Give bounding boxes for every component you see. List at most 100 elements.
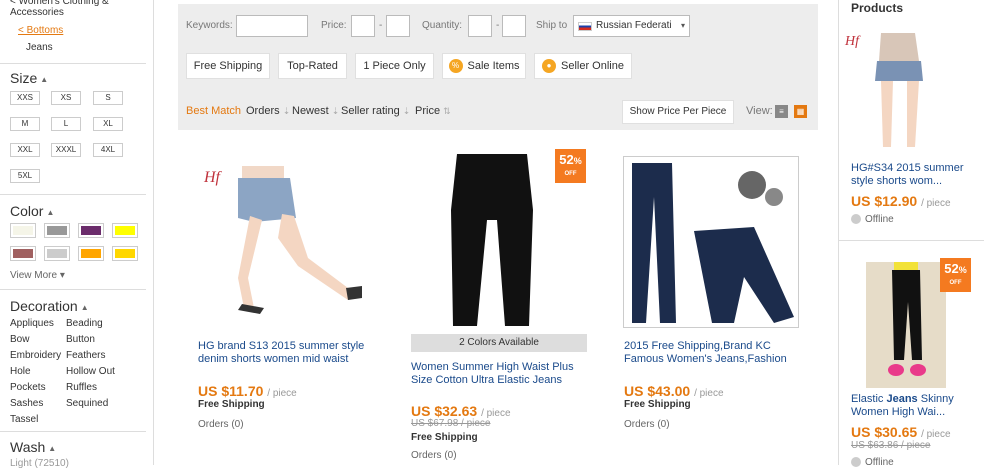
- list-view-icon[interactable]: ≡: [775, 105, 788, 118]
- show-price-per-piece-button[interactable]: Show Price Per Piece: [622, 100, 734, 124]
- online-icon: ●: [542, 59, 556, 74]
- product-image-3[interactable]: [623, 156, 799, 328]
- price-dash: -: [379, 20, 383, 31]
- side-product-title-2[interactable]: Elastic Jeans Skinny Women High Wai...: [851, 393, 981, 419]
- color-swatch-yellow[interactable]: [112, 223, 138, 238]
- size-m[interactable]: M: [10, 117, 40, 131]
- color-swatch-gray[interactable]: [44, 223, 70, 238]
- size-xs[interactable]: XS: [51, 91, 81, 105]
- offline-icon: [851, 214, 861, 225]
- decoration-pockets[interactable]: Pockets: [10, 382, 46, 393]
- decoration-bow[interactable]: Bow: [10, 334, 29, 345]
- quantity-label: Quantity:: [422, 20, 463, 31]
- breadcrumb-bottoms[interactable]: < Bottoms: [18, 25, 63, 36]
- color-swatch-silver[interactable]: [44, 246, 70, 261]
- divider: [0, 431, 146, 432]
- sort-best-match[interactable]: Best Match: [186, 105, 241, 117]
- recommended-products-column: Products Hf HG#S34 2015 summer style sho…: [838, 0, 984, 468]
- size-s[interactable]: S: [93, 91, 123, 105]
- decoration-feathers[interactable]: Feathers: [66, 350, 105, 361]
- divider: [0, 194, 146, 195]
- product-price-1: US $11.70 / piece: [198, 383, 297, 399]
- side-product-image-2[interactable]: [866, 262, 946, 388]
- decoration-embroidery[interactable]: Embroidery: [10, 350, 61, 361]
- decoration-appliques[interactable]: Appliques: [10, 318, 54, 329]
- size-l[interactable]: L: [51, 117, 81, 131]
- size-xxl[interactable]: XXL: [10, 143, 40, 157]
- ship-to-label: Ship to: [536, 20, 568, 31]
- chevron-down-icon: ▾: [680, 21, 685, 30]
- decoration-hole[interactable]: Hole: [10, 366, 31, 377]
- decoration-ruffles[interactable]: Ruffles: [66, 382, 97, 393]
- decoration-sequined[interactable]: Sequined: [66, 398, 108, 409]
- size-section-title[interactable]: Size ▲: [10, 70, 48, 86]
- quantity-min-input[interactable]: [468, 15, 492, 37]
- decoration-beading[interactable]: Beading: [66, 318, 103, 329]
- product-title-1[interactable]: HG brand S13 2015 summer style denim sho…: [198, 340, 373, 366]
- color-swatch-gold[interactable]: [112, 246, 138, 261]
- divider: [0, 63, 146, 64]
- product-image-1[interactable]: Hf: [198, 158, 370, 326]
- decoration-hollow-out[interactable]: Hollow Out: [66, 366, 115, 377]
- wash-light-option[interactable]: Light (72510): [10, 458, 69, 469]
- product-shipping-3: Free Shipping: [624, 399, 691, 410]
- grid-view-icon[interactable]: ▦: [794, 105, 807, 118]
- sort-price[interactable]: Price ⇅: [415, 105, 451, 117]
- decoration-button[interactable]: Button: [66, 334, 95, 345]
- product-orders-1[interactable]: Orders (0): [198, 419, 244, 430]
- sidebar: < Women's Clothing & Accessories < Botto…: [0, 0, 154, 469]
- sale-items-filter-button[interactable]: % Sale Items: [442, 53, 526, 79]
- decoration-section-title[interactable]: Decoration ▲: [10, 298, 89, 314]
- product-shipping-1: Free Shipping: [198, 399, 265, 410]
- colors-available-label[interactable]: 2 Colors Available: [411, 334, 587, 352]
- sort-seller-rating[interactable]: Seller rating ⇣: [341, 105, 410, 117]
- color-swatch-cream[interactable]: [10, 223, 36, 238]
- free-shipping-filter-button[interactable]: Free Shipping: [186, 53, 270, 79]
- ship-to-select[interactable]: Russian Federati ▾: [573, 15, 690, 37]
- price-min-input[interactable]: [351, 15, 375, 37]
- wash-section-title[interactable]: Wash ▲: [10, 439, 56, 455]
- quantity-dash: -: [496, 20, 500, 31]
- sort-newest[interactable]: Newest ⇣: [292, 105, 339, 117]
- filter-bar: Keywords: Price: - Quantity: - Ship to R…: [178, 4, 818, 130]
- side-product-price-2: US $30.65 / piece: [851, 424, 951, 440]
- product-price-2: US $32.63 / piece: [411, 403, 511, 419]
- side-product-image-1[interactable]: Hf: [843, 29, 970, 152]
- product-title-3[interactable]: 2015 Free Shipping,Brand KC Famous Women…: [624, 340, 799, 366]
- side-product-price-1: US $12.90 / piece: [851, 193, 951, 209]
- seller-online-filter-button[interactable]: ● Seller Online: [534, 53, 632, 79]
- top-rated-filter-button[interactable]: Top-Rated: [278, 53, 347, 79]
- decoration-tassel[interactable]: Tassel: [10, 414, 38, 425]
- product-shipping-2: Free Shipping: [411, 432, 478, 443]
- view-more-colors-link[interactable]: View More ▾: [10, 270, 65, 281]
- breadcrumb-womens-clothing[interactable]: < Women's Clothing & Accessories: [10, 0, 150, 18]
- one-piece-filter-button[interactable]: 1 Piece Only: [355, 53, 434, 79]
- size-xxxl[interactable]: XXXL: [51, 143, 81, 157]
- side-product-old-price-2: US $63.86 / piece: [851, 440, 931, 451]
- svg-text:Hf: Hf: [844, 34, 861, 49]
- color-section-title[interactable]: Color ▲: [10, 203, 54, 219]
- price-max-input[interactable]: [386, 15, 410, 37]
- product-orders-3[interactable]: Orders (0): [624, 419, 670, 430]
- size-xl[interactable]: XL: [93, 117, 123, 131]
- quantity-max-input[interactable]: [502, 15, 526, 37]
- size-4xl[interactable]: 4XL: [93, 143, 123, 157]
- keywords-input[interactable]: [236, 15, 308, 37]
- product-title-2[interactable]: Women Summer High Waist Plus Size Cotton…: [411, 361, 586, 387]
- decoration-sashes[interactable]: Sashes: [10, 398, 43, 409]
- price-label: Price:: [321, 20, 347, 31]
- side-product-title-1[interactable]: HG#S34 2015 summer style shorts wom...: [851, 162, 981, 188]
- product-orders-2[interactable]: Orders (0): [411, 450, 457, 461]
- color-swatch-purple[interactable]: [78, 223, 104, 238]
- russia-flag-icon: [578, 22, 592, 31]
- product-price-3: US $43.00 / piece: [624, 383, 724, 399]
- color-swatch-orange[interactable]: [78, 246, 104, 261]
- discount-badge: 52% OFF: [555, 149, 586, 183]
- product-old-price-2: US $67.98 / piece: [411, 418, 491, 429]
- size-xxs[interactable]: XXS: [10, 91, 40, 105]
- color-swatch-rose[interactable]: [10, 246, 36, 261]
- size-5xl[interactable]: 5XL: [10, 169, 40, 183]
- divider: [0, 289, 146, 290]
- breadcrumb-jeans: Jeans: [26, 42, 53, 53]
- sort-orders[interactable]: Orders ⇣: [246, 105, 290, 117]
